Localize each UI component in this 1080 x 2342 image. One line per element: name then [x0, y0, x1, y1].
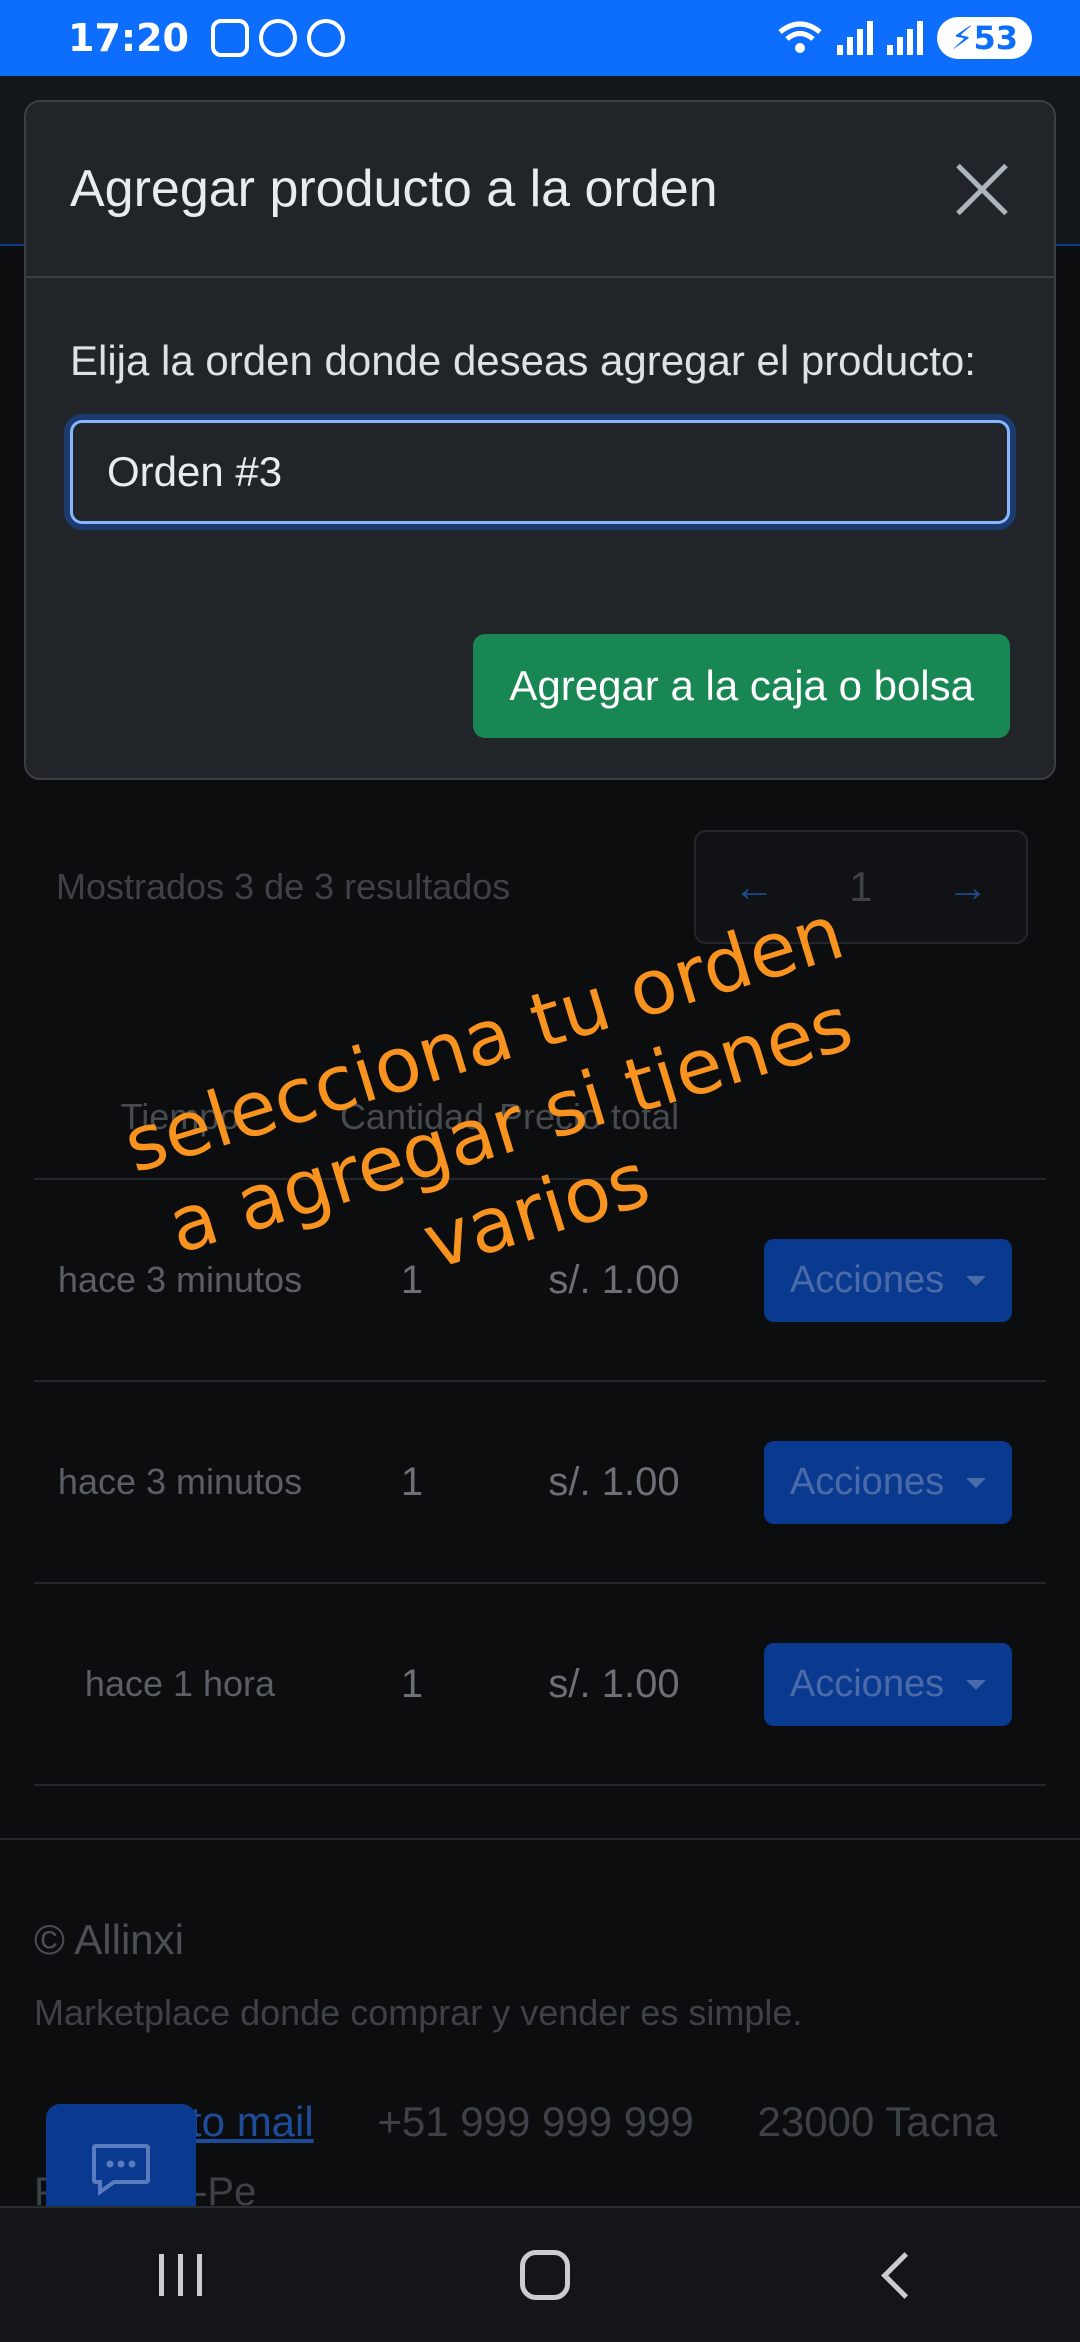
recent-apps-button[interactable]	[159, 2254, 202, 2296]
order-select-label: Elija la orden donde deseas agregar el p…	[70, 337, 976, 384]
row-actions-cell: Acciones	[730, 1583, 1046, 1786]
close-icon[interactable]	[954, 161, 1010, 217]
row-time: hace 3 minutos	[34, 1381, 326, 1584]
chat-bubble-icon	[306, 19, 345, 57]
status-bar: 17:20 ⚡53	[0, 0, 1080, 76]
caret-down-icon	[966, 1680, 987, 1691]
actions-label: Acciones	[789, 1662, 945, 1705]
row-quantity: 1	[326, 1381, 498, 1584]
actions-dropdown-button[interactable]: Acciones	[763, 1238, 1013, 1322]
footer-tagline: Marketplace donde comprar y vender es si…	[34, 1992, 803, 2033]
add-product-modal: Agregar producto a la orden Elija la ord…	[24, 100, 1056, 780]
row-time: hace 1 hora	[34, 1583, 326, 1786]
chat-icon	[92, 2144, 150, 2196]
row-price: s/. 1.00	[498, 1583, 730, 1786]
back-button[interactable]	[881, 2251, 928, 2299]
battery-indicator: ⚡53	[937, 17, 1032, 59]
actions-label: Acciones	[789, 1460, 945, 1503]
row-price: s/. 1.00	[498, 1381, 730, 1584]
signal-icon-2	[887, 21, 923, 55]
signal-icon	[837, 21, 873, 55]
order-select[interactable]: Orden #3	[70, 420, 1010, 524]
actions-dropdown-button[interactable]: Acciones	[763, 1440, 1013, 1524]
modal-body: Elija la orden donde deseas agregar el p…	[26, 278, 1054, 524]
wifi-icon	[778, 21, 822, 53]
footer-copyright: © Allinxi	[34, 1916, 184, 1963]
table-row: hace 3 minutos 1 s/. 1.00 Acciones	[34, 1381, 1046, 1584]
home-button[interactable]	[520, 2250, 570, 2300]
battery-level: 53	[973, 19, 1018, 57]
footer-divider	[0, 1838, 1080, 1840]
actions-label: Acciones	[789, 1258, 945, 1301]
footer-mail-link[interactable]: to mail	[190, 2098, 314, 2145]
pager-next-button[interactable]: →	[947, 863, 989, 911]
modal-header: Agregar producto a la orden	[26, 102, 1054, 278]
caret-down-icon	[966, 1478, 987, 1489]
actions-dropdown-button[interactable]: Acciones	[763, 1642, 1013, 1726]
notification-icons	[210, 19, 345, 57]
caret-down-icon	[966, 1276, 987, 1287]
footer-city: 23000 Tacna	[757, 2098, 998, 2145]
modal-title: Agregar producto a la orden	[70, 160, 718, 218]
order-select-value: Orden #3	[107, 448, 283, 495]
table-row: hace 1 hora 1 s/. 1.00 Acciones	[34, 1583, 1046, 1786]
alarm-icon	[258, 19, 297, 57]
footer-phone: +51 999 999 999	[377, 2098, 694, 2145]
status-time: 17:20	[68, 16, 189, 60]
screenshot-icon	[210, 19, 249, 57]
add-to-cart-button[interactable]: Agregar a la caja o bolsa	[473, 634, 1010, 738]
row-actions-cell: Acciones	[730, 1179, 1046, 1382]
system-nav-bar	[0, 2206, 1080, 2342]
row-actions-cell: Acciones	[730, 1381, 1046, 1584]
row-quantity: 1	[326, 1583, 498, 1786]
results-summary: Mostrados 3 de 3 resultados	[56, 866, 511, 907]
